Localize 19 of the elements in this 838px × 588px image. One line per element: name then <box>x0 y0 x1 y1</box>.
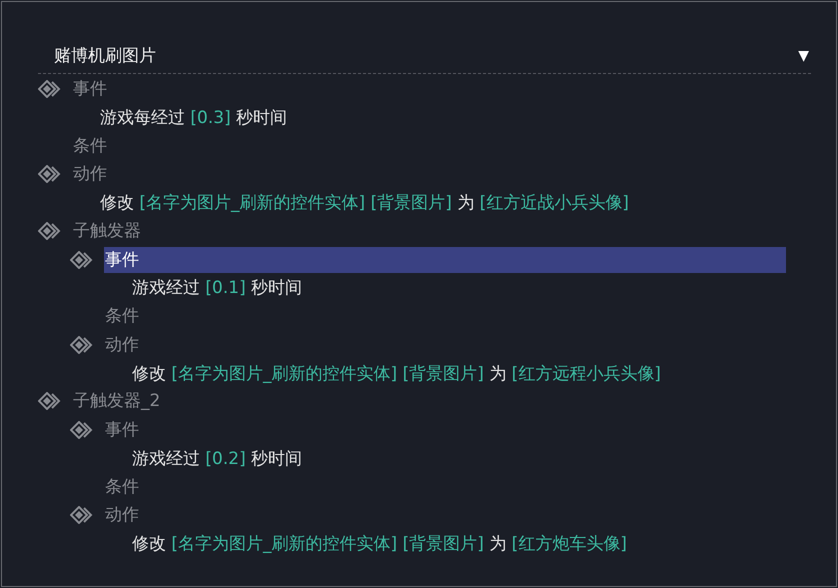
tree-item[interactable]: 子触发器 <box>72 218 145 244</box>
statement-text[interactable]: 游戏经过 [0.1] 秒时间 <box>130 276 304 300</box>
statement-text[interactable]: 修改 [名字为图片_刷新的控件实体] [背景图片] 为 [红方远程小兵头像] <box>130 362 663 385</box>
tree-item[interactable]: 条件 <box>104 303 143 330</box>
tree-item[interactable]: 动作 <box>104 332 143 358</box>
statement-text[interactable]: 修改 [名字为图片_刷新的控件实体] [背景图片] 为 [红方近战小兵头像] <box>98 191 631 214</box>
tree-item[interactable]: 子触发器_2 <box>72 388 164 414</box>
statement-text[interactable]: 游戏每经过 [0.3] 秒时间 <box>98 106 290 130</box>
tree-item[interactable]: 事件 <box>104 246 786 273</box>
tree-item[interactable]: 事件 <box>104 416 143 443</box>
dropdown-toggle[interactable]: ▼ <box>796 48 811 64</box>
tree-item[interactable]: 条件 <box>72 132 111 159</box>
tree-item[interactable]: 动作 <box>104 502 143 528</box>
tree-item[interactable]: 事件 <box>72 76 111 102</box>
statement-text[interactable]: 游戏经过 [0.2] 秒时间 <box>130 446 304 470</box>
statement-text[interactable]: 修改 [名字为图片_刷新的控件实体] [背景图片] 为 [红方炮车头像] <box>130 532 629 555</box>
tree-item[interactable]: 条件 <box>104 474 143 500</box>
tree-item[interactable]: 动作 <box>72 161 111 188</box>
panel-title: 赌博机刷图片 <box>54 45 156 67</box>
